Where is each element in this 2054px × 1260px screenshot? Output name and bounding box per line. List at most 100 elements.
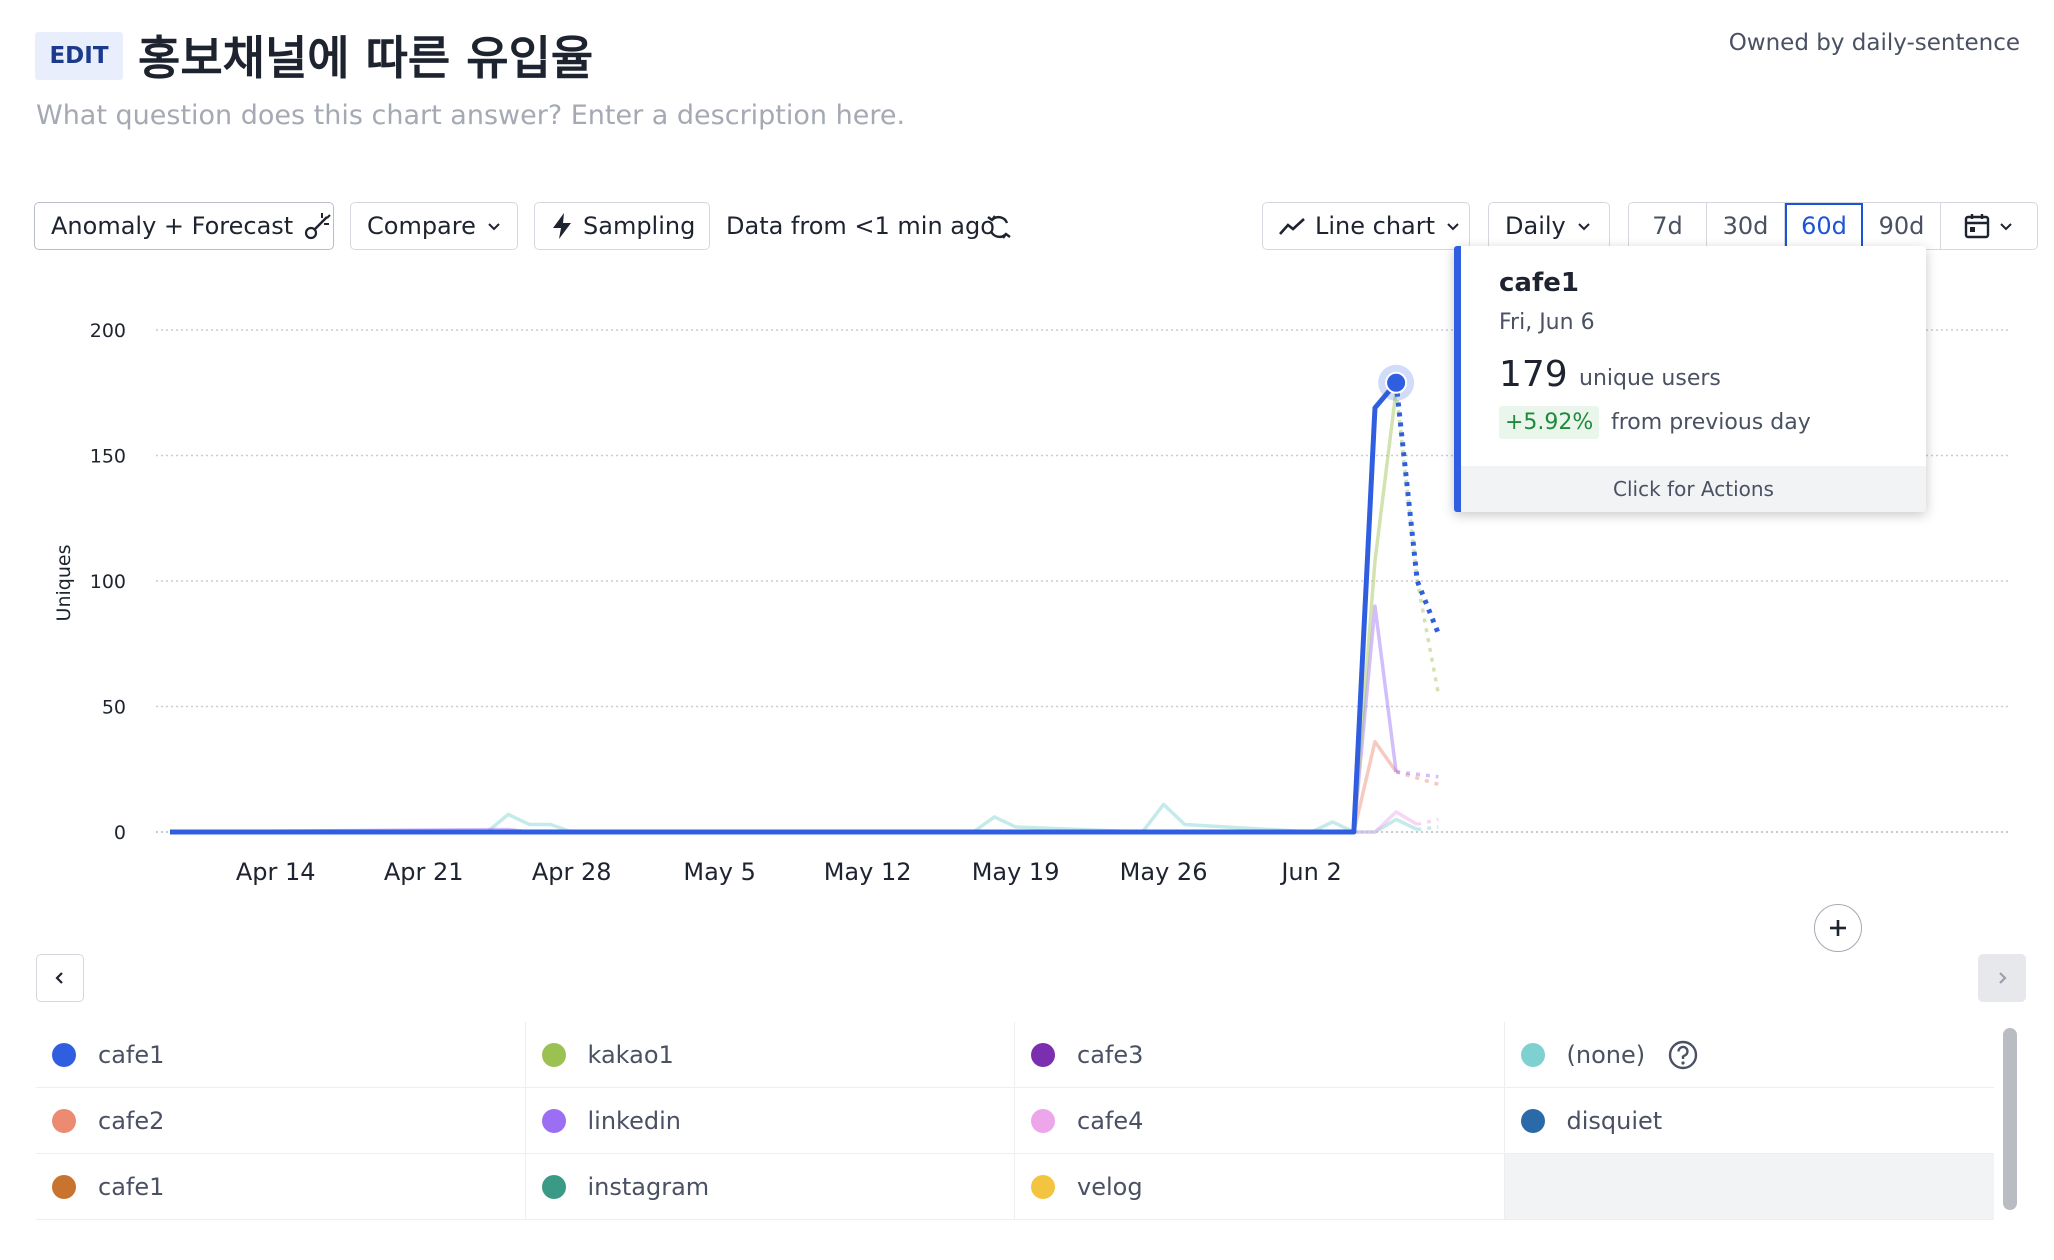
- legend-color-dot: [541, 1042, 566, 1067]
- x-tick-label: May 12: [824, 858, 912, 886]
- tooltip-series-name: cafe1: [1499, 268, 1579, 298]
- x-tick-label: Apr 21: [384, 858, 464, 886]
- legend-item[interactable]: cafe3: [1015, 1022, 1505, 1088]
- forecast-line-cafe1[interactable]: [1393, 382, 1441, 635]
- legend-item[interactable]: cafe2: [36, 1088, 526, 1154]
- description-field[interactable]: What question does this chart answer? En…: [36, 100, 905, 131]
- legend-item[interactable]: cafe1: [36, 1022, 526, 1088]
- legend-item-label: cafe3: [1077, 1040, 1144, 1069]
- legend-next-button[interactable]: [1978, 954, 2026, 1002]
- legend-color-dot: [1031, 1042, 1055, 1067]
- sampling-button[interactable]: Sampling: [534, 202, 710, 250]
- add-annotation-button[interactable]: [1814, 904, 1862, 952]
- calendar-dropdown[interactable]: [1941, 203, 2037, 249]
- page-title[interactable]: 홍보채널에 따른 유입율: [138, 22, 593, 88]
- legend-item[interactable]: velog: [1015, 1154, 1505, 1220]
- x-tick-label: May 5: [683, 858, 756, 886]
- forecast-line-cafe4[interactable]: [1416, 817, 1439, 827]
- compare-dropdown[interactable]: Compare: [350, 202, 518, 250]
- chevron-down-icon: [488, 223, 500, 231]
- tooltip-value: 179: [1499, 354, 1568, 395]
- x-tick-label: Apr 14: [236, 858, 316, 886]
- legend-empty-cell: [1504, 1154, 1994, 1220]
- legend-color-dot: [1520, 1108, 1545, 1133]
- legend-item-label: instagram: [587, 1172, 710, 1201]
- x-tick-label: Apr 28: [532, 858, 612, 886]
- y-axis-label: Uniques: [53, 545, 75, 622]
- legend-item[interactable]: cafe4: [1015, 1088, 1505, 1154]
- highlight-point[interactable]: [1385, 371, 1408, 394]
- tooltip-change-text: from previous day: [1611, 410, 1811, 435]
- legend-item[interactable]: cafe1: [36, 1154, 526, 1220]
- data-point-tooltip[interactable]: cafe1 Fri, Jun 6 179 unique users +5.92%…: [1454, 246, 1926, 512]
- y-tick-label: 200: [90, 320, 126, 342]
- chevron-down-icon: [1447, 223, 1459, 231]
- range-60d-button[interactable]: 60d: [1785, 203, 1863, 249]
- chevron-down-icon: [2000, 223, 2012, 231]
- series-line-cafe1[interactable]: [170, 381, 1399, 835]
- lightning-icon: [553, 213, 571, 239]
- legend-scrollbar-thumb[interactable]: [2003, 1028, 2017, 1210]
- legend-color-dot: [1031, 1174, 1055, 1199]
- series-line-none[interactable]: [170, 802, 1419, 834]
- legend-color-dot: [541, 1108, 566, 1133]
- legend-item[interactable]: disquiet: [1504, 1088, 1994, 1154]
- legend-prev-button[interactable]: [36, 954, 84, 1002]
- y-tick-label: 100: [90, 571, 126, 593]
- legend-item-label: velog: [1077, 1172, 1143, 1201]
- range-30d-button[interactable]: 30d: [1707, 203, 1785, 249]
- legend-color-dot: [1520, 1042, 1545, 1067]
- legend-item[interactable]: instagram: [525, 1154, 1015, 1220]
- legend-item-label: (none): [1566, 1040, 1646, 1069]
- x-tick-label: May 19: [972, 858, 1060, 886]
- chevron-left-icon: [55, 972, 63, 984]
- interval-dropdown[interactable]: Daily: [1488, 202, 1610, 250]
- series-line-cafe2[interactable]: [170, 739, 1398, 834]
- legend-item[interactable]: linkedin: [525, 1088, 1015, 1154]
- anomaly-forecast-label: Anomaly + Forecast: [51, 212, 294, 240]
- chevron-down-icon: [1578, 223, 1590, 231]
- range-selector: 7d 30d 60d 90d: [1628, 202, 2038, 250]
- chevron-right-icon: [1999, 972, 2007, 984]
- series-legend: cafe1 kakao1 cafe3 (none) cafe2 linkedin cafe4…: [36, 1022, 1994, 1220]
- legend-item-label: linkedin: [587, 1106, 681, 1135]
- legend-item[interactable]: kakao1: [525, 1022, 1015, 1088]
- legend-item-label: cafe2: [98, 1106, 165, 1135]
- tooltip-actions-button[interactable]: Click for Actions: [1461, 466, 1926, 512]
- forecast-line-none[interactable]: [1417, 825, 1439, 832]
- range-7d-button[interactable]: 7d: [1629, 203, 1707, 249]
- chart-type-label: Line chart: [1315, 212, 1436, 240]
- legend-color-dot: [52, 1108, 76, 1133]
- plus-icon: [1830, 920, 1846, 936]
- edit-badge[interactable]: EDIT: [35, 32, 123, 80]
- help-icon[interactable]: [1667, 1039, 1699, 1071]
- calendar-icon: [1964, 214, 1990, 239]
- chart-type-dropdown[interactable]: Line chart: [1262, 202, 1470, 250]
- refresh-icon[interactable]: [984, 212, 1014, 242]
- y-tick-label: 0: [114, 822, 126, 844]
- y-tick-label: 50: [102, 697, 126, 719]
- legend-item-label: cafe1: [98, 1172, 165, 1201]
- series-line-linkedin[interactable]: [169, 604, 1398, 834]
- compare-label: Compare: [367, 212, 476, 240]
- tooltip-date: Fri, Jun 6: [1499, 310, 1595, 335]
- legend-item-label: kakao1: [587, 1040, 674, 1069]
- legend-item[interactable]: (none): [1504, 1022, 1994, 1088]
- legend-scrollbar[interactable]: [2000, 1024, 2022, 1218]
- anomaly-forecast-button[interactable]: Anomaly + Forecast: [34, 202, 334, 250]
- magic-wand-icon: [305, 213, 331, 240]
- sampling-label: Sampling: [583, 212, 696, 240]
- legend-color-dot: [52, 1042, 76, 1067]
- forecast-line-linkedin[interactable]: [1395, 770, 1439, 779]
- y-tick-label: 150: [90, 446, 126, 468]
- legend-color-dot: [1031, 1108, 1055, 1133]
- interval-label: Daily: [1505, 212, 1566, 240]
- legend-color-dot: [52, 1174, 76, 1199]
- legend-color-dot: [541, 1174, 566, 1199]
- data-age-label: Data from <1 min ago: [726, 212, 995, 240]
- series-line-kakao1[interactable]: [170, 390, 1398, 834]
- legend-item-label: cafe4: [1077, 1106, 1144, 1135]
- range-90d-button[interactable]: 90d: [1863, 203, 1941, 249]
- owner-label: Owned by daily-sentence: [1728, 30, 2020, 56]
- tooltip-unit: unique users: [1579, 366, 1721, 391]
